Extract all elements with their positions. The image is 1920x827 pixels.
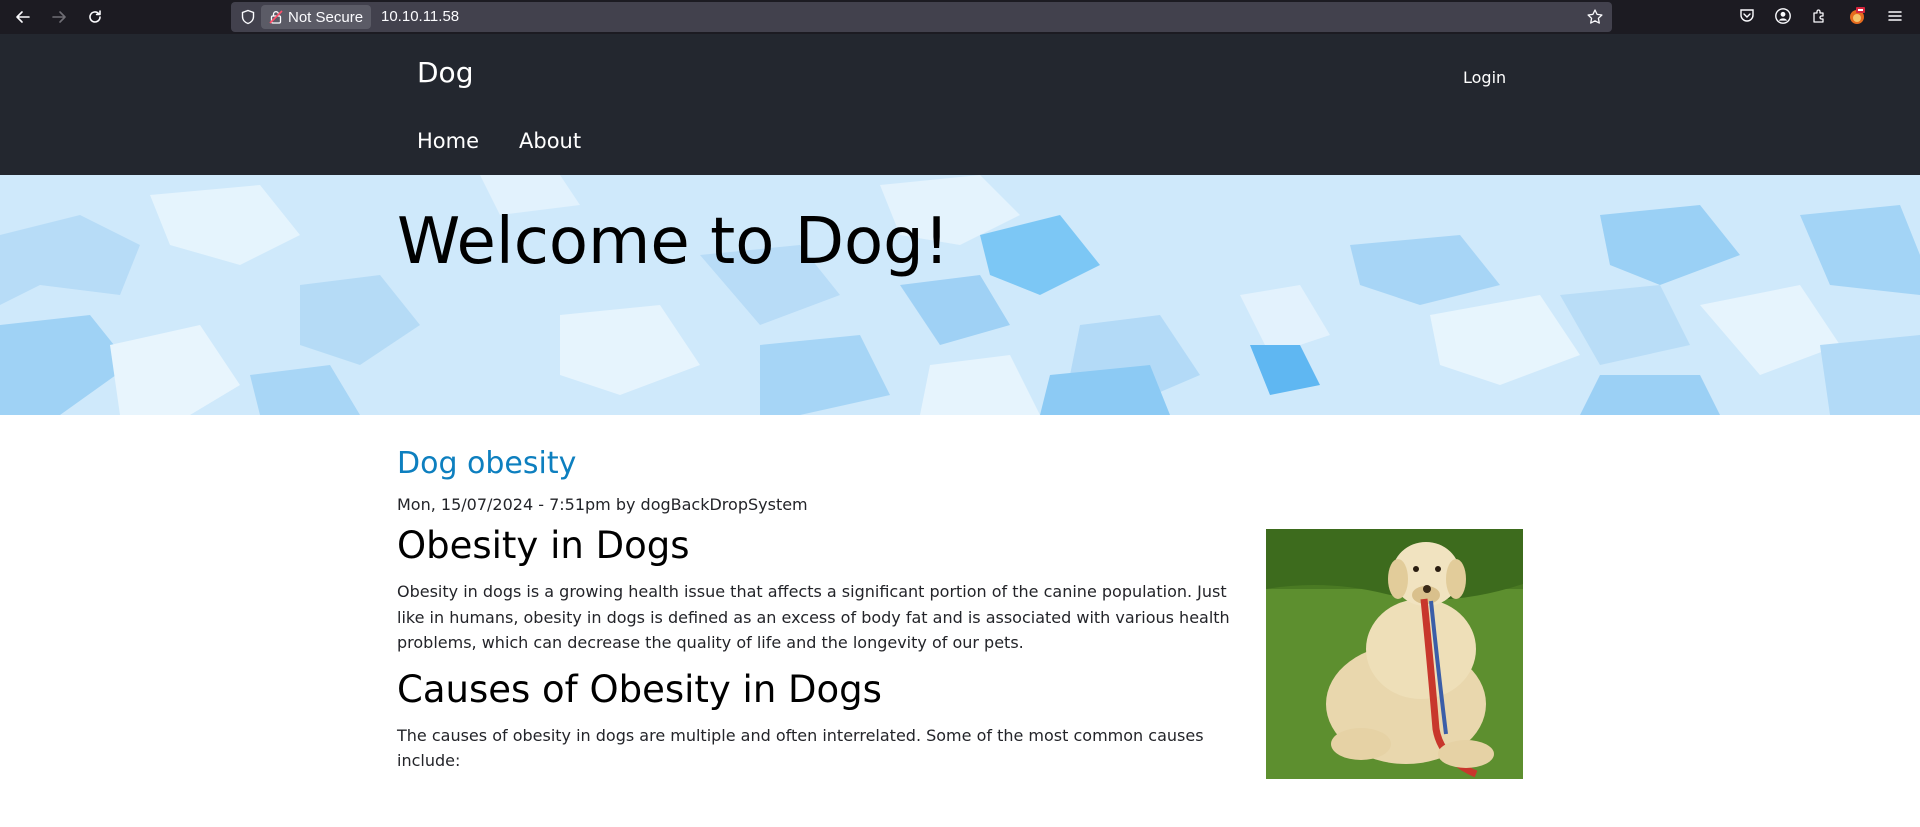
shield-icon[interactable] [240, 9, 256, 25]
bookmark-star-icon[interactable] [1586, 8, 1604, 26]
account-button[interactable] [1774, 7, 1792, 25]
article-title-link[interactable]: Dog obesity [397, 446, 1527, 481]
back-button[interactable] [10, 4, 36, 30]
puzzle-icon [1813, 9, 1824, 23]
hero-title: Welcome to Dog! [397, 205, 950, 279]
extensions-button[interactable] [1810, 7, 1828, 25]
article: Dog obesity Mon, 15/07/2024 - 7:51pm by … [397, 446, 1527, 779]
heading-obesity-in-dogs: Obesity in Dogs [397, 524, 690, 567]
account-icon [1775, 8, 1791, 24]
address-bar[interactable]: Not Secure 10.10.11.58 [231, 2, 1612, 32]
pocket-icon [1740, 9, 1754, 22]
article-body: Obesity in Dogs Obesity in dogs is a gro… [397, 524, 1249, 774]
site-header: Dog Login Home About [0, 34, 1920, 175]
pocket-button[interactable] [1738, 7, 1756, 25]
foxyproxy-button[interactable] [1848, 7, 1866, 25]
nav-about[interactable]: About [519, 129, 581, 153]
hero-background-pattern [0, 175, 1920, 415]
security-label: Not Secure [288, 8, 364, 26]
browser-toolbar: Not Secure 10.10.11.58 [0, 0, 1920, 34]
back-arrow-icon [16, 11, 30, 23]
paragraph-causes: The causes of obesity in dogs are multip… [397, 725, 1204, 771]
hero-banner: Welcome to Dog! [0, 175, 1920, 415]
menu-button[interactable] [1886, 7, 1904, 25]
reload-icon [89, 10, 101, 23]
forward-arrow-icon [52, 11, 66, 23]
reload-button[interactable] [82, 4, 108, 30]
article-meta: Mon, 15/07/2024 - 7:51pm by dogBackDropS… [397, 495, 808, 514]
paragraph-obesity: Obesity in dogs is a growing health issu… [397, 582, 1230, 652]
hamburger-menu-icon [1888, 11, 1902, 21]
security-indicator[interactable]: Not Secure [261, 5, 371, 29]
site-name-link[interactable]: Dog [417, 56, 473, 89]
main-nav: Home About [417, 129, 581, 153]
heading-causes: Causes of Obesity in Dogs [397, 667, 882, 711]
article-image-dog [1266, 529, 1523, 779]
login-link[interactable]: Login [1463, 68, 1506, 87]
forward-button[interactable] [46, 4, 72, 30]
nav-home[interactable]: Home [417, 129, 479, 153]
url-text[interactable]: 10.10.11.58 [381, 8, 459, 25]
lock-warning-icon [269, 10, 283, 24]
fox-extension-icon [1850, 7, 1865, 24]
